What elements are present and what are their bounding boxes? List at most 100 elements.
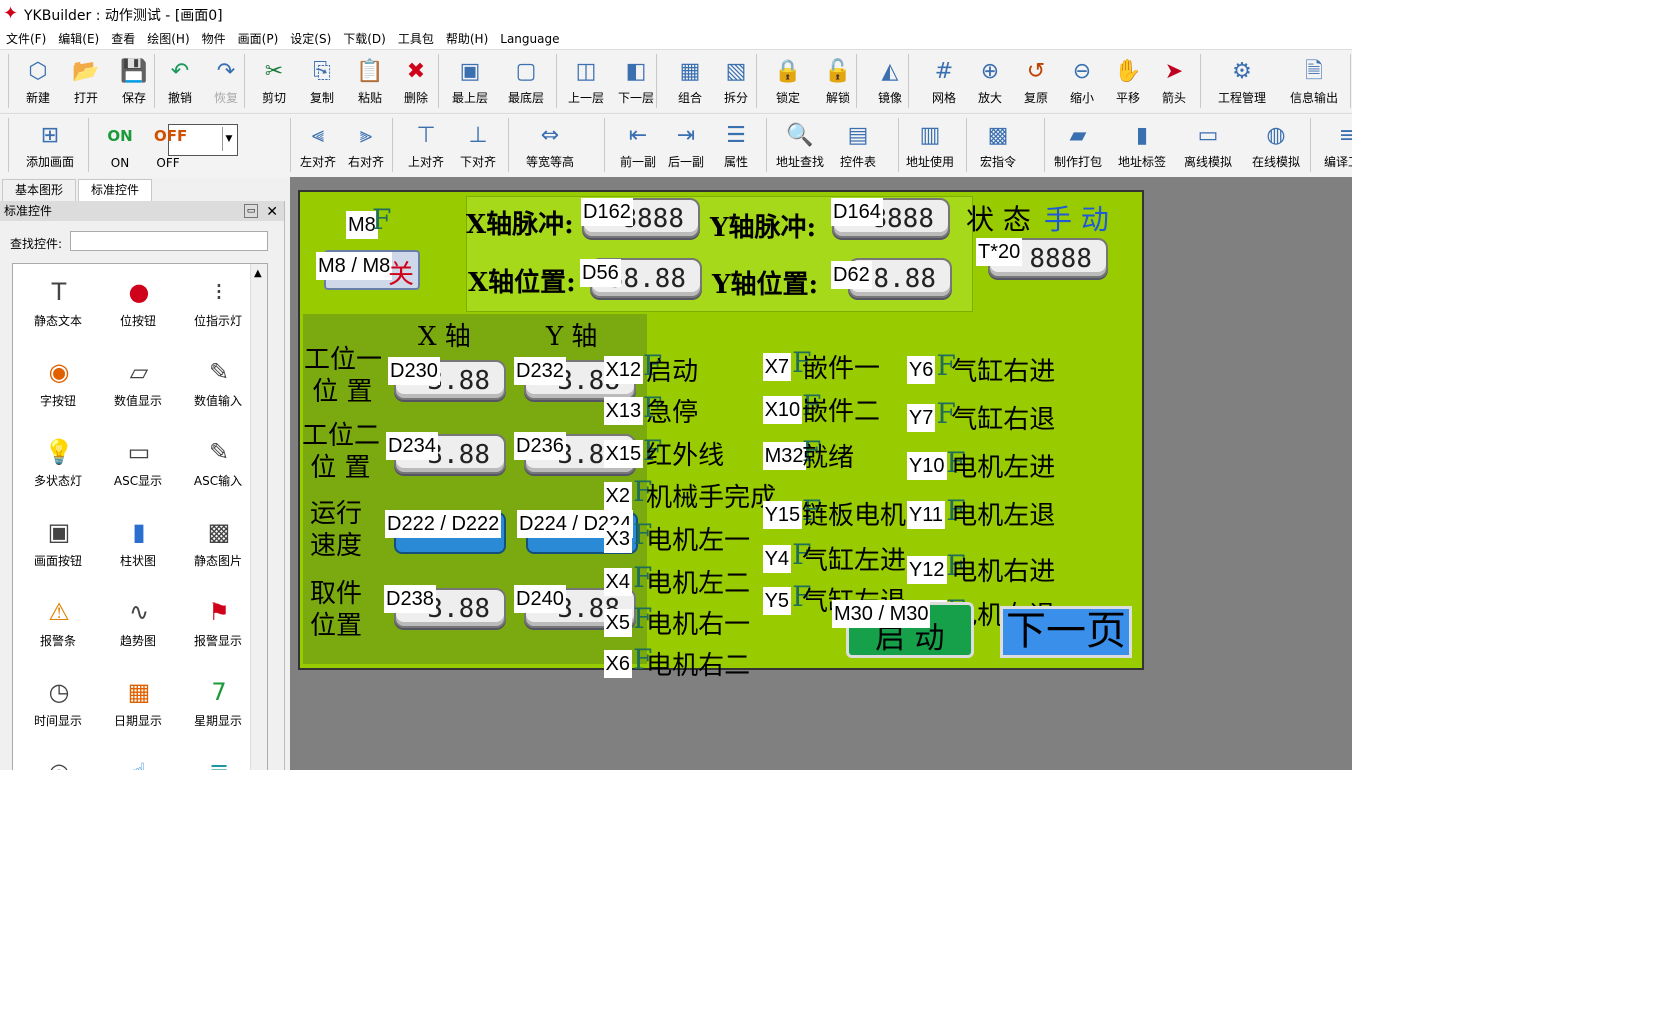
menu-item-10[interactable]: Language <box>494 30 565 46</box>
menu-item-9[interactable]: 帮助(H) <box>440 28 494 47</box>
on-icon: ON <box>107 127 133 145</box>
control-item-numeric-input[interactable]: ✎ 数值输入 <box>183 348 253 414</box>
toolbar-button-align-top[interactable]: ⊤ 上对齐 <box>400 116 452 174</box>
control-item-trend[interactable]: ∿ 趋势图 <box>103 588 173 654</box>
toolbar-button-address-search[interactable]: 🔍 地址查找 <box>774 116 826 174</box>
toolbar-button-output[interactable]: 🗎 信息输出 <box>1288 52 1340 110</box>
online-sim-icon: ◍ <box>1266 123 1286 148</box>
toolbar-button-compile[interactable]: ≡ 编译工程 <box>1322 116 1352 174</box>
control-item-hand[interactable]: ☝功能按钮 <box>103 748 173 770</box>
control-item-word-button[interactable]: ◉ 字按钮 <box>23 348 93 414</box>
numeric-input-icon: ✎ <box>208 358 230 386</box>
flow-icon: ≣ <box>203 756 235 770</box>
toolbar-button-align-bottom[interactable]: ⊥ 下对齐 <box>452 116 504 174</box>
toolbar-button-delete[interactable]: ✖ 删除 <box>390 52 442 110</box>
toolbar-button-add-screen[interactable]: ⊞ 添加画面 <box>24 116 76 174</box>
toolbar-button-down-layer[interactable]: ◧ 下一层 <box>610 52 662 110</box>
scroll-up-icon[interactable]: ▲ <box>254 268 262 279</box>
toolbar-button-align-right[interactable]: ⫸ 右对齐 <box>340 116 392 174</box>
new-icon: ⬡ <box>28 59 48 84</box>
toolbar-button-same-size[interactable]: ⇔ 等宽等高 <box>524 116 576 174</box>
t20-tag: T*20 <box>976 238 1023 266</box>
toolbar-button-up-layer[interactable]: ◫ 上一层 <box>560 52 612 110</box>
week-icon: 7 <box>211 678 227 706</box>
control-item-numeric-display[interactable]: ▱ 数值显示 <box>103 348 173 414</box>
search-input[interactable] <box>70 231 268 251</box>
toolbar-button-next-screen[interactable]: ⇥ 后一副 <box>660 116 712 174</box>
close-icon[interactable]: ✕ <box>266 202 278 222</box>
toolbar-button-online-sim[interactable]: ◍ 在线模拟 <box>1250 116 1302 174</box>
control-item-multi-state[interactable]: ◎多态按钮 <box>23 748 93 770</box>
control-item-clock[interactable]: ◷ 时间显示 <box>23 668 93 734</box>
pin-icon[interactable]: ▭ <box>244 204 258 218</box>
x-axis-heading: X 轴 <box>418 322 471 352</box>
toolbar-button-project[interactable]: ⚙ 工程管理 <box>1216 52 1268 110</box>
control-item-ascii-input[interactable]: ✎ ASC输入 <box>183 428 253 494</box>
toolbar-button-properties[interactable]: ☰ 属性 <box>710 116 762 174</box>
control-item-bulb[interactable]: 💡 多状态灯 <box>23 428 93 494</box>
control-item-label: 时间显示 <box>33 714 82 728</box>
toolbar-button-address-tag[interactable]: ▮ 地址标签 <box>1116 116 1168 174</box>
next-page-button[interactable]: 下一页 <box>1000 606 1132 658</box>
tab-standard-controls[interactable]: 标准控件 <box>78 179 153 201</box>
align-right-icon: ⫸ <box>359 123 373 148</box>
control-item-label: 星期显示 <box>193 714 242 728</box>
control-item-calendar[interactable]: ▦ 日期显示 <box>103 668 173 734</box>
toolbar-button-ungroup[interactable]: ▧ 拆分 <box>710 52 762 110</box>
ascii-display-icon: ▭ <box>127 438 151 466</box>
menu-item-2[interactable]: 查看 <box>105 28 141 47</box>
toolbar-button-package[interactable]: ▰ 制作打包 <box>1052 116 1104 174</box>
numeric-display-icon: ▱ <box>129 358 149 386</box>
toolbar-button-top-layer[interactable]: ▣ 最上层 <box>444 52 496 110</box>
panel-tabs: 基本图形 标准控件 <box>0 179 288 202</box>
control-item-week[interactable]: 7 星期显示 <box>183 668 253 734</box>
chevron-down-icon: ▼ <box>222 127 235 151</box>
toolbar-button-off[interactable]: OFF OFF <box>142 116 194 174</box>
control-item-picture[interactable]: ▩ 静态图片 <box>183 508 253 574</box>
control-item-text[interactable]: T 静态文本 <box>23 268 93 334</box>
down-layer-icon: ◧ <box>625 59 647 84</box>
control-item-screen-button[interactable]: ▣ 画面按钮 <box>23 508 93 574</box>
menu-item-7[interactable]: 下载(D) <box>337 28 392 47</box>
io-label: 电机右进 <box>951 556 1056 587</box>
menu-item-3[interactable]: 绘图(H) <box>141 28 195 47</box>
address-search-icon: 🔍 <box>786 123 814 148</box>
menu-item-8[interactable]: 工具包 <box>392 28 440 47</box>
control-item-ascii-display[interactable]: ▭ ASC显示 <box>103 428 173 494</box>
menu-item-0[interactable]: 文件(F) <box>0 28 52 47</box>
control-item-bar-chart[interactable]: ▮ 柱状图 <box>103 508 173 574</box>
toolbar-button-offline-sim[interactable]: ▭ 离线模拟 <box>1182 116 1234 174</box>
io-tag: X2 <box>603 481 632 510</box>
toolbar-button-address-use[interactable]: ▥ 地址使用 <box>904 116 956 174</box>
address-tag-icon: ▮ <box>1135 123 1149 148</box>
toolbar-button-bottom-layer[interactable]: ▢ 最底层 <box>500 52 552 110</box>
toolbar-button-control-table[interactable]: ▤ 控件表 <box>832 116 884 174</box>
menu-item-1[interactable]: 编辑(E) <box>52 28 105 47</box>
copy-icon: ⎘ <box>313 59 331 84</box>
control-item-label: 字按钮 <box>39 394 76 408</box>
window-title: YKBuilder : 动作测试 - [画面0] <box>24 8 223 24</box>
control-item-warning[interactable]: ⚠ 报警条 <box>23 588 93 654</box>
control-item-traffic-light[interactable]: ⁝ 位指示灯 <box>183 268 253 334</box>
up-layer-icon: ◫ <box>575 59 597 84</box>
menu-item-5[interactable]: 画面(P) <box>232 28 285 47</box>
toolbar-label: 拆分 <box>723 91 748 105</box>
text-icon: T <box>51 278 67 306</box>
io-tag: Y6 <box>906 356 936 385</box>
toolbar-separator <box>556 54 557 108</box>
controls-panel: 标准控件 ▭ ✕ 查找控件: ▲ T 静态文本 ● 位按钮 ⁝ 位指示灯 ◉ 字按钮 ▱ 数值显示… <box>0 201 285 770</box>
control-item-alarm[interactable]: ⚑ 报警显示 <box>183 588 253 654</box>
grid-icon: # <box>934 59 954 84</box>
control-item-flow[interactable]: ≣流动块 <box>183 748 253 770</box>
toolbar-label: 控件表 <box>839 155 876 169</box>
y-axis-heading: Y 轴 <box>546 322 598 352</box>
control-item-bit-button[interactable]: ● 位按钮 <box>103 268 173 334</box>
toolbar-label: 工程管理 <box>1217 91 1266 105</box>
menu-item-4[interactable]: 物件 <box>196 28 232 47</box>
tab-basic-shapes[interactable]: 基本图形 <box>2 179 77 202</box>
toolbar-button-macro[interactable]: ▩ 宏指令 <box>972 116 1024 174</box>
toolbar-button-arrow[interactable]: ➤ 箭头 <box>1148 52 1200 110</box>
toolbar-button-lock[interactable]: 🔒 锁定 <box>762 52 814 110</box>
toolbar-separator <box>898 118 899 172</box>
menu-item-6[interactable]: 设定(S) <box>284 28 337 47</box>
